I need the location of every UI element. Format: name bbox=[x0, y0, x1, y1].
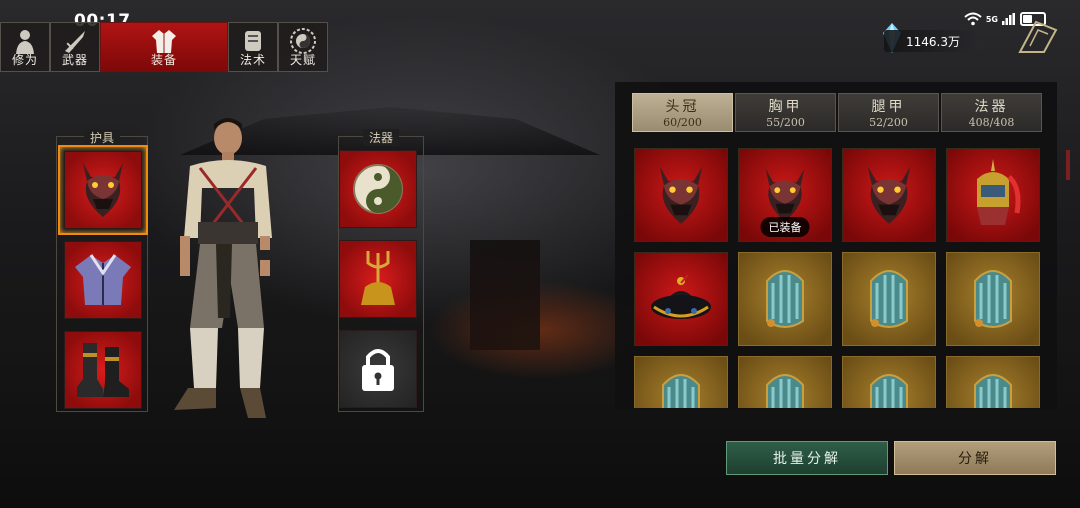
boots-icon bbox=[77, 343, 129, 397]
hero-character bbox=[174, 118, 272, 418]
cultivator-icon bbox=[16, 30, 34, 54]
category-tab-legs[interactable]: 腿甲 52/200 bbox=[838, 93, 939, 132]
inventory-item[interactable] bbox=[842, 356, 936, 408]
inventory-item[interactable] bbox=[842, 252, 936, 346]
robe-icon bbox=[152, 30, 176, 53]
demon-mask-icon bbox=[659, 166, 703, 224]
taiji-orb-icon bbox=[353, 164, 403, 214]
trident-bell-icon bbox=[361, 251, 395, 305]
jade-headband-icon bbox=[766, 374, 804, 408]
batch-decompose-button[interactable]: 批量分解 bbox=[726, 441, 888, 475]
tab-equipment[interactable]: 装备 bbox=[100, 22, 228, 72]
currency-display[interactable]: 1146.3万 bbox=[884, 30, 980, 52]
category-tabs: 头冠 60/200 胸甲 55/200 腿甲 52/200 法器 408/408 bbox=[632, 93, 1042, 132]
network-type: 5G bbox=[985, 14, 998, 24]
menu-corner-icon[interactable] bbox=[1016, 16, 1060, 56]
jade-headband-icon bbox=[870, 270, 908, 328]
magic-slot-1[interactable] bbox=[339, 150, 417, 228]
inventory-item[interactable] bbox=[946, 356, 1040, 408]
inventory-item[interactable] bbox=[634, 252, 728, 346]
official-hat-icon bbox=[651, 274, 711, 319]
tab-cultivation[interactable]: 修为 bbox=[0, 22, 50, 72]
helmet-plume-icon bbox=[977, 159, 1021, 225]
armor-slot-legs[interactable] bbox=[64, 331, 142, 409]
jade-headband-icon bbox=[662, 374, 700, 408]
decompose-button[interactable]: 分解 bbox=[894, 441, 1056, 475]
armor-slot-head[interactable] bbox=[64, 151, 142, 229]
magic-slot-3-locked[interactable] bbox=[339, 330, 417, 408]
signal-icon bbox=[1002, 13, 1015, 25]
inventory-item[interactable] bbox=[634, 356, 728, 408]
inventory-item-equipped[interactable]: 已装备 bbox=[738, 148, 832, 242]
inventory-item[interactable] bbox=[946, 148, 1040, 242]
top-tab-bar: 修为 武器 装备 法术 天赋 bbox=[0, 22, 328, 72]
wifi-icon bbox=[964, 12, 982, 26]
jade-headband-icon bbox=[974, 270, 1012, 328]
category-count: 52/200 bbox=[869, 116, 908, 129]
demon-mask-icon bbox=[83, 163, 123, 217]
jade-headband-icon bbox=[766, 270, 804, 328]
tab-talent[interactable]: 天赋 bbox=[278, 22, 328, 72]
category-name: 头冠 bbox=[665, 99, 700, 115]
jade-headband-icon bbox=[870, 374, 908, 408]
tab-spells[interactable]: 法术 bbox=[228, 22, 278, 72]
inventory-item[interactable] bbox=[842, 148, 936, 242]
category-tab-magic[interactable]: 法器 408/408 bbox=[941, 93, 1042, 132]
lock-icon bbox=[362, 349, 394, 391]
inventory-scrollbar[interactable] bbox=[1066, 150, 1070, 180]
armor-slot-chest[interactable] bbox=[64, 241, 142, 319]
category-count: 55/200 bbox=[766, 116, 805, 129]
taiji-icon bbox=[290, 28, 316, 54]
armor-title: 护具 bbox=[83, 129, 121, 146]
category-count: 60/200 bbox=[663, 116, 702, 129]
category-name: 腿甲 bbox=[871, 99, 906, 115]
scroll-icon bbox=[245, 31, 261, 51]
inventory-item[interactable] bbox=[738, 252, 832, 346]
equipped-badge: 已装备 bbox=[760, 217, 810, 237]
tab-weapon[interactable]: 武器 bbox=[50, 22, 100, 72]
category-tab-head[interactable]: 头冠 60/200 bbox=[632, 93, 733, 132]
sword-icon bbox=[65, 31, 85, 53]
inventory-item[interactable] bbox=[634, 148, 728, 242]
category-count: 408/408 bbox=[968, 116, 1015, 129]
category-tab-chest[interactable]: 胸甲 55/200 bbox=[735, 93, 836, 132]
jade-headband-icon bbox=[974, 374, 1012, 408]
demon-mask-icon bbox=[765, 168, 805, 222]
magic-title: 法器 bbox=[362, 129, 400, 146]
demon-mask-icon bbox=[867, 166, 911, 224]
magic-slot-2[interactable] bbox=[339, 240, 417, 318]
robe-icon bbox=[75, 254, 131, 305]
category-name: 法器 bbox=[974, 99, 1009, 115]
category-name: 胸甲 bbox=[768, 99, 803, 115]
background-tower bbox=[470, 240, 540, 350]
inventory-item[interactable] bbox=[738, 356, 832, 408]
inventory-grid: 已装备 bbox=[634, 148, 1044, 408]
inventory-item[interactable] bbox=[946, 252, 1040, 346]
currency-amount: 1146.3万 bbox=[906, 34, 960, 49]
